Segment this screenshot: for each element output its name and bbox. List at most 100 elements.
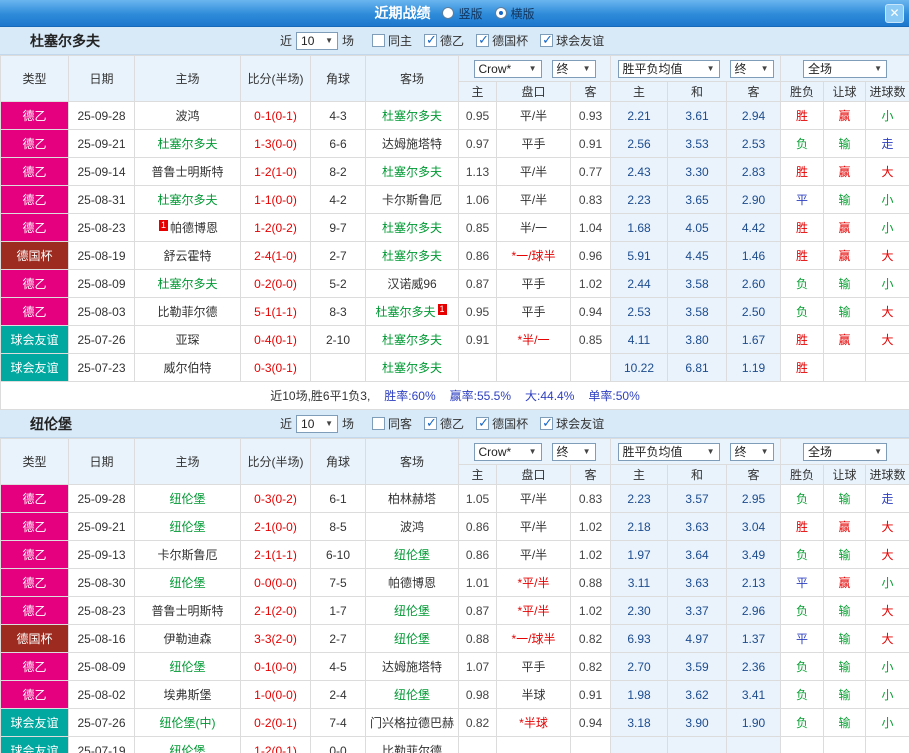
close-icon[interactable]: ✕: [885, 4, 904, 23]
home-team-cell[interactable]: 比勒菲尔德: [134, 297, 241, 326]
bookmaker-select[interactable]: Crow* ▼: [473, 59, 542, 78]
match-row: 德乙 25-09-14 普鲁士明斯特 1-2(1-0) 8-2 杜塞尔多夫 1.13 平/半 0…: [0, 157, 909, 186]
recent-count-select[interactable]: 10 ▼: [296, 414, 339, 433]
avg-away-odds: 2.95: [725, 484, 782, 513]
league-filter-friendly[interactable]: 球会友谊: [540, 32, 604, 49]
away-team-cell[interactable]: 比勒菲尔德: [365, 736, 459, 753]
result-goals: 大: [865, 540, 909, 569]
avg-away-odds: 2.90: [725, 185, 782, 214]
home-team-cell[interactable]: 伊勒迪森: [134, 624, 241, 653]
home-team-cell[interactable]: 埃弗斯堡: [134, 680, 241, 709]
match-type-badge: 德乙: [0, 297, 69, 326]
league-filter-friendly[interactable]: 球会友谊: [540, 415, 604, 432]
match-row: 德乙 25-08-31 杜塞尔多夫 1-1(0-0) 4-2 卡尔斯鲁厄 1.06 平/半 0.…: [0, 185, 909, 214]
away-team-cell[interactable]: 达姆施塔特: [365, 129, 459, 158]
away-team-cell[interactable]: 杜塞尔多夫: [365, 241, 459, 270]
away-team-cell[interactable]: 纽伦堡: [365, 596, 459, 625]
league-filter-de2[interactable]: 德乙: [424, 32, 464, 49]
away-team-cell[interactable]: 杜塞尔多夫: [365, 213, 459, 242]
odds-home: 0.82: [458, 708, 497, 737]
checkbox-icon[interactable]: [476, 32, 490, 48]
match-type-badge: 德国杯: [0, 624, 69, 653]
away-team-cell[interactable]: 杜塞尔多夫: [365, 157, 459, 186]
home-team-cell[interactable]: 纽伦堡: [134, 512, 241, 541]
away-team-cell[interactable]: 纽伦堡: [365, 624, 459, 653]
away-team-cell[interactable]: 波鸿: [365, 512, 459, 541]
checkbox-icon[interactable]: [476, 415, 490, 431]
home-team-cell[interactable]: 纽伦堡(中): [134, 708, 241, 737]
match-score: 2-1(0-0): [240, 512, 311, 541]
home-team-cell[interactable]: 卡尔斯鲁厄: [134, 540, 241, 569]
avg-stage-select[interactable]: 终 ▼: [729, 59, 774, 78]
col-odds-home: 主: [458, 464, 497, 485]
home-team-cell[interactable]: 1 帕德博恩: [134, 213, 241, 242]
away-team-cell[interactable]: 卡尔斯鲁厄: [365, 185, 459, 214]
home-team-cell[interactable]: 杜塞尔多夫: [134, 129, 241, 158]
same-venue-checkbox[interactable]: 同主: [372, 32, 412, 49]
away-team-cell[interactable]: 达姆施塔特: [365, 652, 459, 681]
checkbox-icon[interactable]: [540, 415, 554, 431]
home-team-name: 普鲁士明斯特: [151, 165, 224, 179]
odds-home: 1.07: [458, 652, 497, 681]
layout-radio-horizontal[interactable]: 横版: [494, 5, 535, 22]
fulltime-select[interactable]: 全场 ▼: [803, 442, 888, 461]
checkbox-icon[interactable]: [540, 32, 554, 48]
home-team-name: 纽伦堡: [169, 576, 206, 590]
league-filter-de2[interactable]: 德乙: [424, 415, 464, 432]
home-team-cell[interactable]: 普鲁士明斯特: [134, 157, 241, 186]
home-team-cell[interactable]: 杜塞尔多夫: [134, 185, 241, 214]
layout-radio-vertical[interactable]: 竖版: [442, 5, 483, 22]
odds-home: 0.86: [458, 241, 497, 270]
home-team-cell[interactable]: 普鲁士明斯特: [134, 596, 241, 625]
result-goals: 走: [865, 129, 909, 158]
avg-type-select[interactable]: 胜平负均值 ▼: [617, 59, 720, 78]
avg-away-odds: 1.67: [725, 325, 782, 354]
league-filter-cup[interactable]: 德国杯: [476, 415, 528, 432]
same-venue-checkbox[interactable]: 同客: [372, 415, 412, 432]
home-team-cell[interactable]: 杜塞尔多夫: [134, 269, 241, 298]
home-team-cell[interactable]: 威尔伯特: [134, 353, 241, 382]
away-team-cell[interactable]: 纽伦堡: [365, 540, 459, 569]
avg-draw-odds: 3.80: [667, 325, 727, 354]
away-team-cell[interactable]: 杜塞尔多夫 1: [365, 297, 459, 326]
radio-icon-horizontal[interactable]: [494, 7, 507, 19]
away-team-cell[interactable]: 门兴格拉德巴赫: [365, 708, 459, 737]
match-row: 德国杯 25-08-16 伊勒迪森 3-3(2-0) 2-7 纽伦堡 0.88 *一/球半 0.…: [0, 624, 909, 653]
home-team-cell[interactable]: 纽伦堡: [134, 568, 241, 597]
home-team-cell[interactable]: 波鸿: [134, 101, 241, 130]
odds-stage-select[interactable]: 终 ▼: [551, 442, 596, 461]
avg-stage-select[interactable]: 终 ▼: [729, 442, 774, 461]
fulltime-select[interactable]: 全场 ▼: [803, 59, 888, 78]
home-team-cell[interactable]: 纽伦堡: [134, 484, 241, 513]
corner-score: 2-4: [310, 680, 366, 709]
result-outcome: 胜: [780, 512, 825, 541]
radio-icon-vertical[interactable]: [442, 7, 455, 19]
home-team-cell[interactable]: 纽伦堡: [134, 736, 241, 753]
avg-type-select[interactable]: 胜平负均值 ▼: [617, 442, 720, 461]
away-team-cell[interactable]: 汉诺威96: [365, 269, 459, 298]
avg-draw-odds: 4.45: [667, 241, 727, 270]
checkbox-icon[interactable]: [424, 415, 438, 431]
away-team-cell[interactable]: 杜塞尔多夫: [365, 101, 459, 130]
league-filter-cup[interactable]: 德国杯: [476, 32, 528, 49]
away-team-cell[interactable]: 帕德博恩: [365, 568, 459, 597]
avg-home-odds: 5.91: [610, 241, 668, 270]
home-team-cell[interactable]: 纽伦堡: [134, 652, 241, 681]
away-team-cell[interactable]: 杜塞尔多夫: [365, 325, 459, 354]
checkbox-icon[interactable]: [372, 417, 386, 430]
away-team-cell[interactable]: 柏林赫塔: [365, 484, 459, 513]
chevron-down-icon: ▼: [874, 446, 883, 456]
recent-count-select[interactable]: 10 ▼: [296, 31, 339, 50]
match-date: 25-07-23: [68, 353, 135, 382]
checkbox-icon[interactable]: [372, 34, 386, 47]
odds-stage-select[interactable]: 终 ▼: [551, 59, 596, 78]
home-team-cell[interactable]: 舒云霍特: [134, 241, 241, 270]
bookmaker-select[interactable]: Crow* ▼: [473, 442, 542, 461]
match-score: 5-1(1-1): [240, 297, 311, 326]
home-team-cell[interactable]: 亚琛: [134, 325, 241, 354]
avg-home-odds: 10.22: [610, 353, 668, 382]
away-team-cell[interactable]: 杜塞尔多夫: [365, 353, 459, 382]
result-goals: [865, 353, 909, 382]
away-team-cell[interactable]: 纽伦堡: [365, 680, 459, 709]
checkbox-icon[interactable]: [424, 32, 438, 48]
